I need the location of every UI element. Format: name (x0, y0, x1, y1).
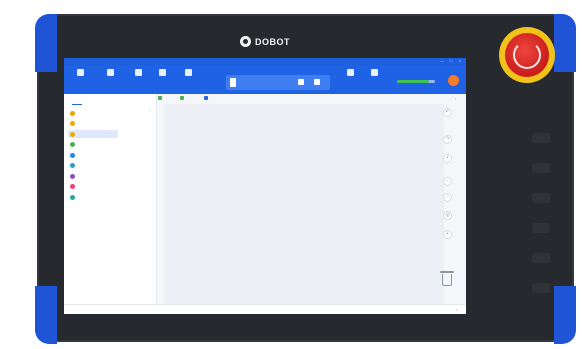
tab-icon (158, 96, 162, 100)
block-workspace[interactable] (164, 104, 444, 304)
status-bar: › (64, 304, 466, 314)
block-category-item[interactable] (68, 120, 118, 128)
brand-logo-icon (240, 36, 251, 47)
trash-body (442, 274, 452, 286)
side-key-4[interactable] (532, 223, 550, 233)
teach-icon (158, 69, 166, 76)
brand-name: DOBOT (255, 36, 290, 47)
zoom-in-icon[interactable]: + (443, 154, 452, 163)
title-bar: — □ × (64, 58, 466, 65)
active-tab-indicator (72, 104, 82, 105)
bumper-bottom-left (35, 286, 57, 344)
global-speed-slider[interactable] (397, 80, 435, 83)
tab-icon (180, 96, 184, 100)
center-icon[interactable]: ◎ (443, 211, 452, 220)
workspace-tab-1[interactable] (158, 96, 164, 100)
block-category-item[interactable] (68, 193, 118, 201)
maximize-button[interactable]: □ (448, 59, 454, 63)
block-category-item[interactable] (68, 130, 118, 138)
category-color-icon (70, 121, 75, 126)
connect-icon (76, 69, 84, 76)
toolbar-connect[interactable] (70, 68, 90, 79)
connection-box[interactable] (226, 75, 330, 90)
device-brand: DOBOT (240, 36, 290, 47)
bumper-top-left (35, 14, 57, 72)
block-category-item[interactable] (68, 141, 118, 149)
expand-icon[interactable]: › (455, 96, 456, 101)
fit-icon[interactable]: ○ (443, 193, 452, 202)
workspace-tab-3[interactable] (204, 96, 210, 100)
toolbar-teach[interactable] (152, 68, 172, 79)
switch-icon (370, 69, 378, 76)
trash-icon[interactable] (440, 271, 454, 286)
io-icon[interactable] (314, 79, 320, 85)
tab-icon (204, 96, 208, 100)
jog-icon[interactable] (298, 79, 304, 85)
robot-icon (106, 69, 114, 76)
category-color-icon (70, 184, 75, 189)
category-color-icon (70, 163, 75, 168)
category-color-icon (70, 152, 75, 158)
workspace-tabs (158, 94, 438, 104)
toolbar-program[interactable] (178, 68, 198, 79)
program-icon (184, 69, 192, 76)
robot-status-icon (230, 78, 236, 87)
category-color-icon (70, 142, 75, 147)
undo-icon[interactable]: ↶ (443, 108, 452, 117)
toolbar-robot[interactable] (100, 68, 120, 79)
block-category-item[interactable] (68, 151, 118, 159)
side-key-5[interactable] (532, 253, 550, 263)
block-palette: ‹ (64, 94, 157, 304)
redo-icon[interactable]: ↷ (443, 135, 452, 144)
block-category-item[interactable] (68, 109, 118, 117)
category-color-icon (70, 194, 75, 200)
collapse-icon[interactable]: ‹ (149, 108, 150, 113)
power-icon[interactable] (448, 75, 459, 86)
add-icon[interactable]: + (443, 230, 452, 239)
block-category-item[interactable] (68, 183, 118, 191)
emergency-stop-icon (513, 41, 541, 69)
close-button[interactable]: × (457, 59, 463, 63)
bumper-top-right (554, 14, 576, 72)
bumper-bottom-right (554, 286, 576, 344)
enable-icon (346, 69, 354, 76)
block-category-item[interactable] (68, 172, 118, 180)
block-category-item[interactable] (68, 162, 118, 170)
side-key-2[interactable] (532, 163, 550, 173)
side-key-1[interactable] (532, 133, 550, 143)
main-toolbar (64, 65, 466, 94)
toolbar-enable[interactable] (340, 68, 360, 79)
trash-lid (440, 271, 454, 273)
workspace-tab-2[interactable] (180, 96, 186, 100)
side-key-6[interactable] (532, 283, 550, 293)
app-screen: — □ × ‹ › ↶ ↷ + − ○ ◎ + › (64, 58, 466, 314)
minimize-button[interactable]: — (439, 59, 445, 63)
category-color-icon (70, 131, 75, 137)
speed-slider-fill (397, 80, 430, 83)
side-key-3[interactable] (532, 193, 550, 203)
toolbar-switch[interactable] (364, 68, 384, 79)
category-color-icon (70, 110, 75, 116)
toolbar-script[interactable] (128, 68, 148, 79)
category-color-icon (70, 173, 75, 179)
status-arrow-icon[interactable]: › (456, 307, 457, 312)
script-icon (134, 69, 142, 76)
zoom-out-icon[interactable]: − (443, 177, 452, 186)
